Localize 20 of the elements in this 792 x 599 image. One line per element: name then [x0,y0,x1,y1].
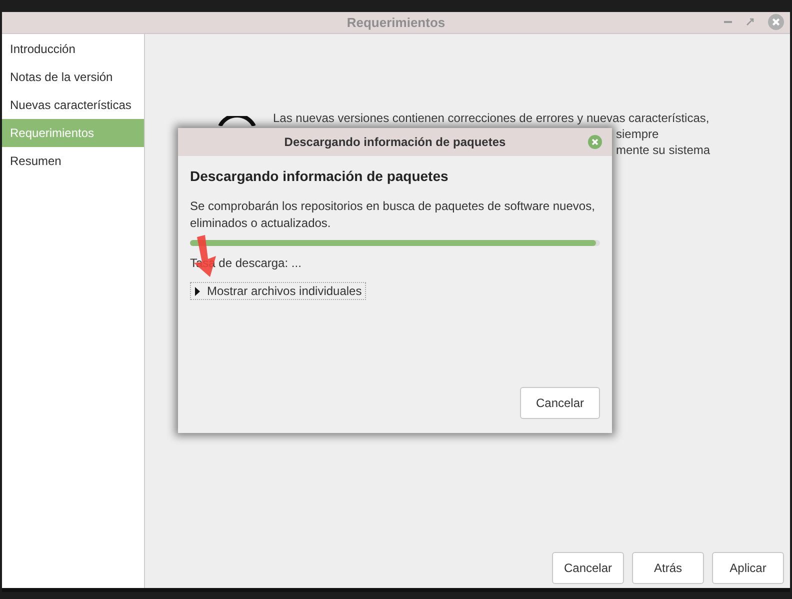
dialog-heading: Descargando información de paquetes [190,168,450,184]
intro-text: siempre [616,126,659,142]
sidebar-item[interactable]: Nuevas características [2,91,144,119]
close-icon[interactable] [768,14,784,30]
window-title: Requerimientos [346,15,446,30]
footer-button[interactable]: Atrás [632,552,704,584]
expander-arrow-icon [194,286,201,296]
intro-text: Las nuevas versiones contienen correcciones de errores y nuevas características, [273,110,710,126]
maximize-icon[interactable] [746,18,754,26]
sidebar-item[interactable]: Resumen [2,147,144,175]
close-icon[interactable] [588,135,602,149]
dialog-title: Descargando información de paquetes [284,135,506,149]
dialog-description: Se comprobarán los repositorios en busca de paquetes de software nuevos, eliminados o actualizados. [190,198,596,232]
cancel-button[interactable]: Cancelar [520,387,600,419]
footer-button[interactable]: Aplicar [712,552,784,584]
sidebar-item[interactable]: Notas de la versión [2,63,144,91]
sidebar-item[interactable]: Introducción [2,35,144,63]
intro-text: mente su sistema [616,142,710,158]
expander[interactable]: Mostrar archivos individuales [190,282,366,300]
footer-button[interactable]: Cancelar [552,552,624,584]
